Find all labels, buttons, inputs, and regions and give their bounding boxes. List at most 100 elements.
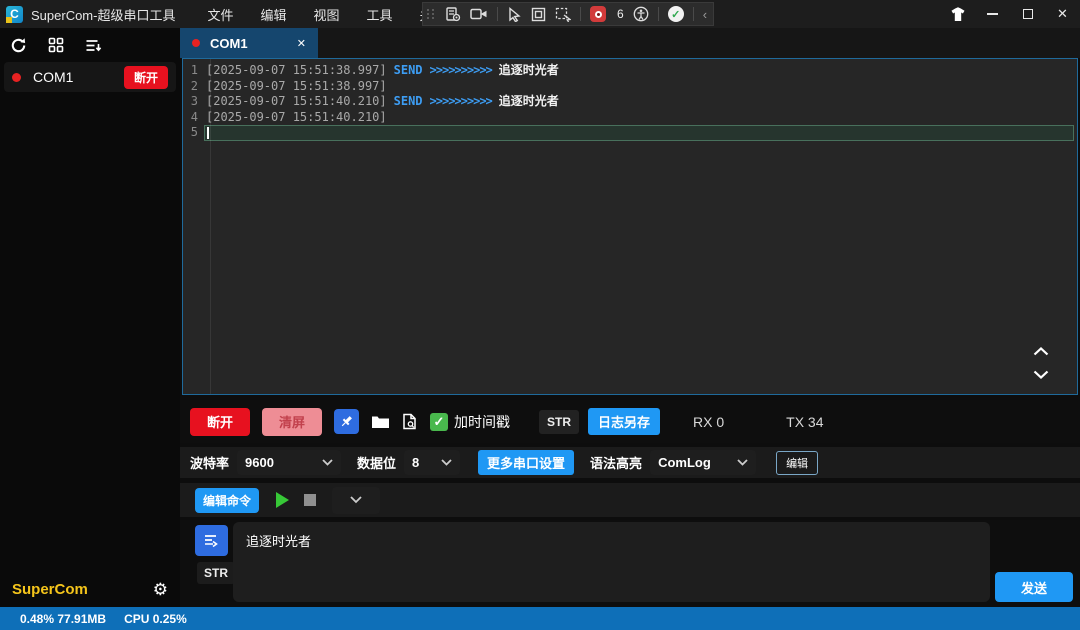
- pin-icon: [339, 414, 354, 429]
- line-number: 4: [183, 110, 204, 126]
- view-log-file-icon[interactable]: [402, 413, 417, 430]
- pin-scroll-button[interactable]: [334, 409, 359, 434]
- tab-com1[interactable]: COM1 ✕: [180, 28, 318, 58]
- record-count: 6: [617, 7, 624, 21]
- minimize-button[interactable]: [975, 0, 1010, 28]
- log-arrows: >>>>>>>>>>: [430, 63, 492, 77]
- send-format-button[interactable]: [195, 525, 228, 556]
- capture-toolbar: 6 ✓ ‹: [422, 2, 714, 26]
- port-name: COM1: [33, 69, 73, 85]
- settings-gear-icon[interactable]: ⚙: [153, 581, 168, 598]
- cursor-icon[interactable]: [507, 7, 522, 22]
- send-area: STR 追逐时光者 发送: [180, 520, 1080, 607]
- accessibility-icon[interactable]: [633, 6, 649, 22]
- log-timestamp: [2025-09-07 15:51:40.210]: [206, 94, 387, 108]
- menubar: 文件 编辑 视图 工具 关于: [207, 5, 445, 24]
- log-line: 1 [2025-09-07 15:51:38.997] SEND >>>>>>>>>…: [183, 63, 1077, 79]
- sidebar: COM1 断开 SuperCom ⚙: [0, 28, 180, 607]
- maximize-button[interactable]: [1010, 0, 1045, 28]
- port-list-item-com1[interactable]: COM1 断开: [4, 62, 176, 92]
- menu-view[interactable]: 视图: [314, 5, 340, 24]
- cpu-usage: CPU 0.25%: [124, 612, 187, 626]
- log-timestamp: [2025-09-07 15:51:38.997]: [206, 63, 387, 77]
- log-send-tag: SEND: [394, 63, 423, 77]
- record-settings-icon[interactable]: [445, 6, 461, 22]
- line-number: 3: [183, 94, 204, 110]
- log-timestamp: [2025-09-07 15:51:38.997]: [206, 79, 387, 93]
- edit-syntax-button[interactable]: 编辑: [776, 451, 818, 475]
- record-badge-icon[interactable]: [590, 6, 606, 22]
- gutter-divider: [210, 59, 211, 394]
- log-editor[interactable]: 1 [2025-09-07 15:51:38.997] SEND >>>>>>>>>…: [182, 58, 1078, 395]
- menu-edit[interactable]: 编辑: [260, 5, 286, 24]
- tab-bar: COM1 ✕: [180, 28, 1080, 58]
- disconnect-button[interactable]: 断开: [190, 408, 250, 436]
- chevron-down-icon: [441, 459, 452, 466]
- edit-command-button[interactable]: 编辑命令: [195, 488, 259, 513]
- run-commands-icon[interactable]: [276, 492, 289, 508]
- timestamp-label: 加时间戳: [454, 412, 510, 432]
- sidebar-toolbar: [0, 28, 180, 62]
- chevron-down-icon: [737, 459, 748, 466]
- command-dropdown[interactable]: [332, 487, 380, 514]
- data-bits-value: 8: [412, 455, 419, 470]
- stop-commands-icon[interactable]: [304, 494, 316, 506]
- main-content: COM1 ✕ 1 [2025-09-07 15:51:38.997] SEND >>…: [180, 28, 1080, 607]
- sidebar-footer: SuperCom ⚙: [0, 571, 180, 607]
- line-number: 5: [183, 125, 204, 141]
- send-button[interactable]: 发送: [995, 572, 1073, 602]
- scroll-top-icon[interactable]: [1033, 345, 1049, 359]
- divider: [497, 7, 498, 21]
- baud-rate-select[interactable]: 9600: [237, 450, 341, 475]
- more-serial-settings-button[interactable]: 更多串口设置: [478, 450, 574, 475]
- checkbox-checked-icon[interactable]: ✓: [430, 413, 448, 431]
- serial-settings-row: 波特率 9600 数据位 8 更多串口设置 语法高亮 ComLog 编辑: [180, 447, 1080, 478]
- tx-counter: TX 34: [786, 414, 823, 430]
- menu-file[interactable]: 文件: [207, 5, 233, 24]
- syntax-highlight-select[interactable]: ComLog: [650, 450, 756, 475]
- baud-rate-value: 9600: [245, 455, 274, 470]
- open-folder-icon[interactable]: [371, 414, 390, 430]
- display-format-str-button[interactable]: STR: [539, 410, 579, 434]
- close-button[interactable]: ✕: [1045, 0, 1080, 28]
- list-sort-icon[interactable]: [85, 38, 102, 53]
- tab-status-dot: [192, 39, 200, 47]
- send-input[interactable]: 追逐时光者: [233, 522, 990, 602]
- baud-rate-label: 波特率: [190, 453, 229, 472]
- tab-close-icon[interactable]: ✕: [297, 37, 306, 50]
- status-check-icon[interactable]: ✓: [668, 6, 684, 22]
- log-timestamp: [2025-09-07 15:51:40.210]: [206, 110, 387, 124]
- grid-view-icon[interactable]: [48, 37, 64, 53]
- save-log-button[interactable]: 日志另存: [588, 408, 660, 435]
- line-number: 1: [183, 63, 204, 79]
- data-bits-select[interactable]: 8: [404, 450, 460, 475]
- log-line: 2 [2025-09-07 15:51:38.997]: [183, 79, 1077, 95]
- divider: [693, 7, 694, 21]
- menu-tools[interactable]: 工具: [367, 5, 393, 24]
- timestamp-checkbox-group[interactable]: ✓ 加时间戳: [430, 412, 510, 432]
- tab-label: COM1: [210, 36, 248, 51]
- frame-icon[interactable]: [531, 7, 546, 22]
- titlebar: C SuperCom-超级串口工具 文件 编辑 视图 工具 关于 6: [0, 0, 1080, 28]
- app-logo-icon: C: [6, 6, 23, 23]
- clear-screen-button[interactable]: 清屏: [262, 408, 322, 436]
- region-select-icon[interactable]: [555, 7, 571, 22]
- drag-handle-icon[interactable]: [427, 9, 435, 19]
- send-mode-str-button[interactable]: STR: [197, 562, 235, 584]
- chevron-down-icon: [350, 496, 362, 504]
- log-line: 3 [2025-09-07 15:51:40.210]SEND>>>>>>>>>…: [183, 94, 1077, 110]
- port-disconnect-button[interactable]: 断开: [124, 66, 168, 89]
- status-bar: 0.48% 77.91MB CPU 0.25%: [0, 607, 1080, 630]
- window-controls: ✕: [940, 0, 1080, 28]
- collapse-toolbar-icon[interactable]: ‹: [703, 7, 707, 22]
- memory-usage: 0.48% 77.91MB: [20, 612, 106, 626]
- app-title: SuperCom-超级串口工具: [31, 5, 175, 24]
- divider: [580, 7, 581, 21]
- scroll-bottom-icon[interactable]: [1033, 368, 1049, 382]
- camera-icon[interactable]: [470, 7, 488, 21]
- refresh-ports-icon[interactable]: [10, 37, 27, 54]
- text-cursor: [207, 127, 209, 139]
- log-line-current: 5: [183, 125, 1077, 141]
- log-toolbar: 断开 清屏 ✓ 加时间戳 STR 日志另存 RX 0 TX 34: [180, 400, 1080, 443]
- theme-skin-icon[interactable]: [940, 0, 975, 28]
